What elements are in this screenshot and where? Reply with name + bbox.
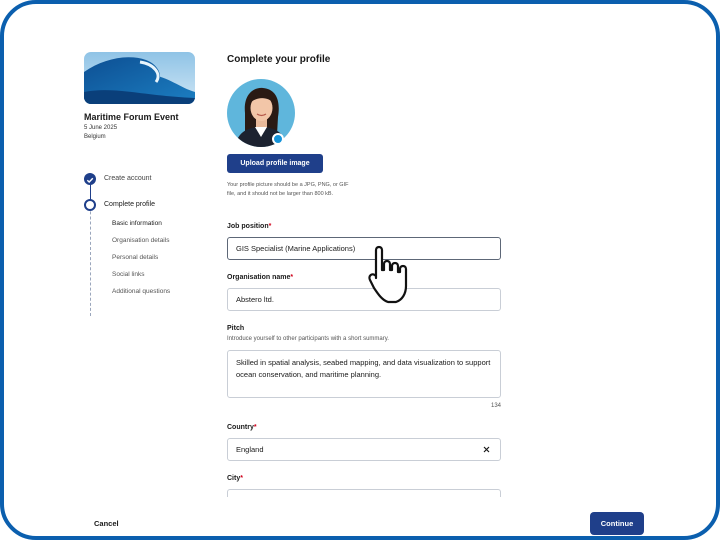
step-create-account[interactable]: Create account [104,175,151,182]
profile-avatar[interactable] [227,79,295,147]
step-complete-profile[interactable]: Complete profile [104,201,155,208]
upload-profile-image-button[interactable]: Upload profile image [227,154,323,173]
check-icon [84,173,96,185]
progress-stepper: Create account Complete profile Basic in… [84,172,214,316]
country-label: Country* [227,424,257,431]
stepper-completed-track [90,184,91,200]
cancel-button[interactable]: Cancel [94,519,119,528]
job-position-label: Job position* [227,223,272,230]
substep-basic-information[interactable]: Basic information [112,220,162,227]
pitch-label: Pitch [227,325,245,332]
avatar-image [227,79,295,147]
page-title: Complete your profile [227,54,331,65]
substep-social-links[interactable]: Social links [112,271,145,278]
character-count: 134 [490,403,501,409]
country-value: England [236,445,264,454]
upload-hint: Your profile picture should be a JPG, PN… [227,182,349,197]
city-input[interactable] [227,489,501,497]
pitch-textarea[interactable]: Skilled in spatial analysis, seabed mapp… [227,350,501,398]
organisation-name-input[interactable]: Abstero ltd. [227,288,501,311]
app-window: Maritime Forum Event 5 June 2025 Belgium… [0,0,720,540]
event-date: 5 June 2025 [84,125,118,131]
city-label: City* [227,475,243,482]
job-position-value: GIS Specialist (Marine Applications) [236,244,356,253]
hand-pointer-icon [368,244,420,308]
substep-additional-questions[interactable]: Additional questions [112,288,170,295]
clear-icon[interactable] [481,444,492,455]
pitch-help-text: Introduce yourself to other participants… [227,336,389,342]
status-indicator [272,133,284,145]
country-select[interactable]: England [227,438,501,461]
event-banner-image [84,52,195,104]
event-title: Maritime Forum Event [84,112,179,122]
pitch-value: Skilled in spatial analysis, seabed mapp… [236,358,491,379]
organisation-name-label: Organisation name* [227,274,294,281]
substep-organisation-details[interactable]: Organisation details [112,237,169,244]
event-location: Belgium [84,134,106,140]
substep-personal-details[interactable]: Personal details [112,254,158,261]
organisation-name-value: Abstero ltd. [236,295,274,304]
continue-button[interactable]: Continue [590,512,644,535]
job-position-input[interactable]: GIS Specialist (Marine Applications) [227,237,501,260]
current-step-indicator [84,199,96,211]
